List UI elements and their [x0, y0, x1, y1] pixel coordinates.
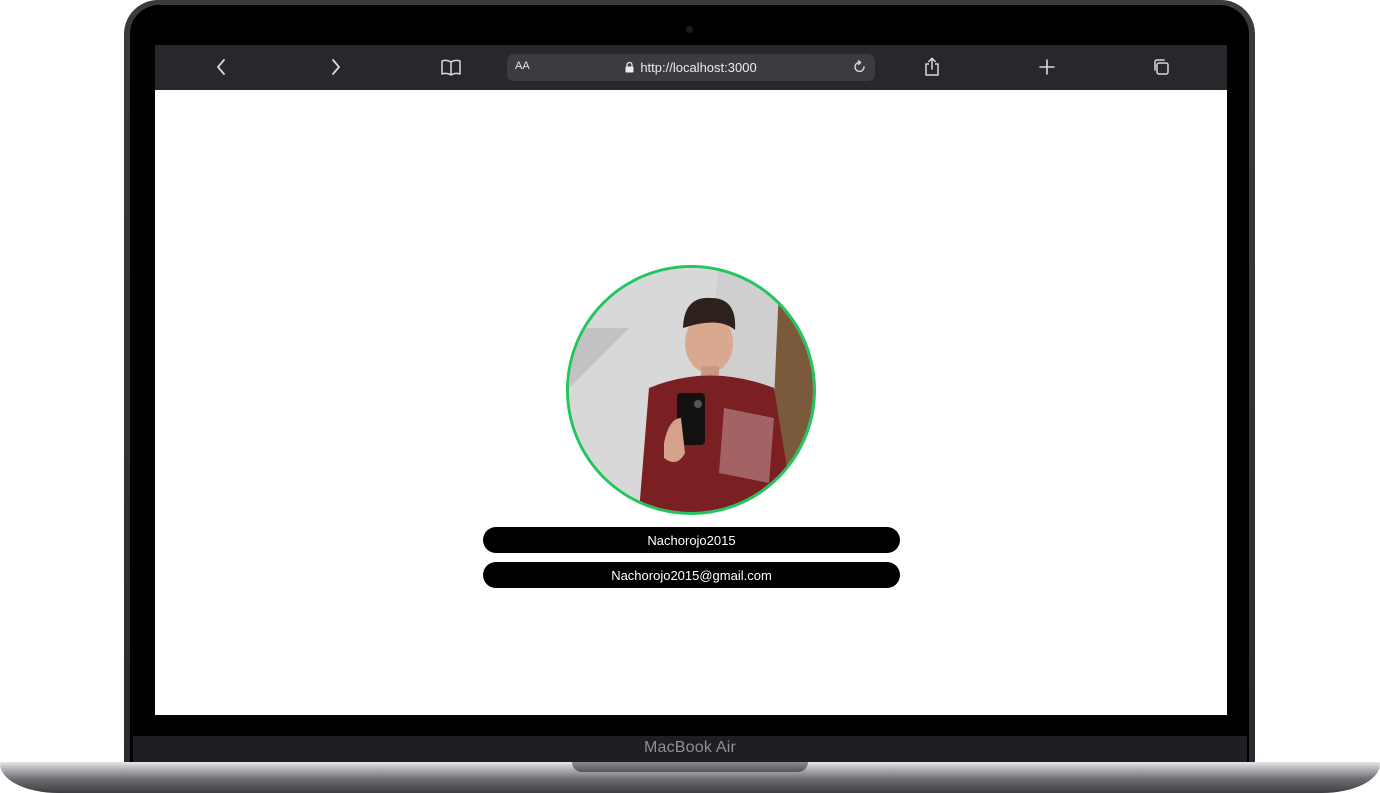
- browser-window: AA http://localhost:3000 Nachorojo2015 N…: [155, 45, 1227, 715]
- bookmarks-button[interactable]: [436, 53, 466, 81]
- url-display: http://localhost:3000: [507, 54, 875, 81]
- browser-toolbar: AA http://localhost:3000: [155, 45, 1227, 90]
- reload-icon: [854, 60, 865, 73]
- forward-button[interactable]: [321, 53, 351, 81]
- email-field: Nachorojo2015@gmail.com: [483, 562, 900, 588]
- share-button[interactable]: [917, 53, 947, 81]
- tabs-icon: [1154, 59, 1169, 75]
- camera-icon: [686, 26, 693, 33]
- web-page: Nachorojo2015 Nachorojo2015@gmail.com: [155, 90, 1227, 715]
- address-bar[interactable]: AA http://localhost:3000: [507, 54, 875, 81]
- new-tab-button[interactable]: [1032, 53, 1062, 81]
- share-icon: [925, 57, 939, 76]
- url-text: http://localhost:3000: [640, 60, 757, 75]
- device-model-label: MacBook Air: [643, 739, 736, 756]
- tabs-overview-button[interactable]: [1146, 53, 1176, 81]
- chevron-right-icon: [332, 59, 340, 75]
- book-icon: [441, 59, 461, 76]
- lock-icon: [625, 62, 634, 73]
- back-button[interactable]: [206, 53, 236, 81]
- username-field: Nachorojo2015: [483, 527, 900, 553]
- laptop-opening-notch: [572, 762, 808, 772]
- chevron-left-icon: [217, 59, 225, 75]
- profile-avatar: [566, 265, 816, 515]
- plus-icon: [1039, 59, 1055, 75]
- reload-button[interactable]: [851, 58, 869, 76]
